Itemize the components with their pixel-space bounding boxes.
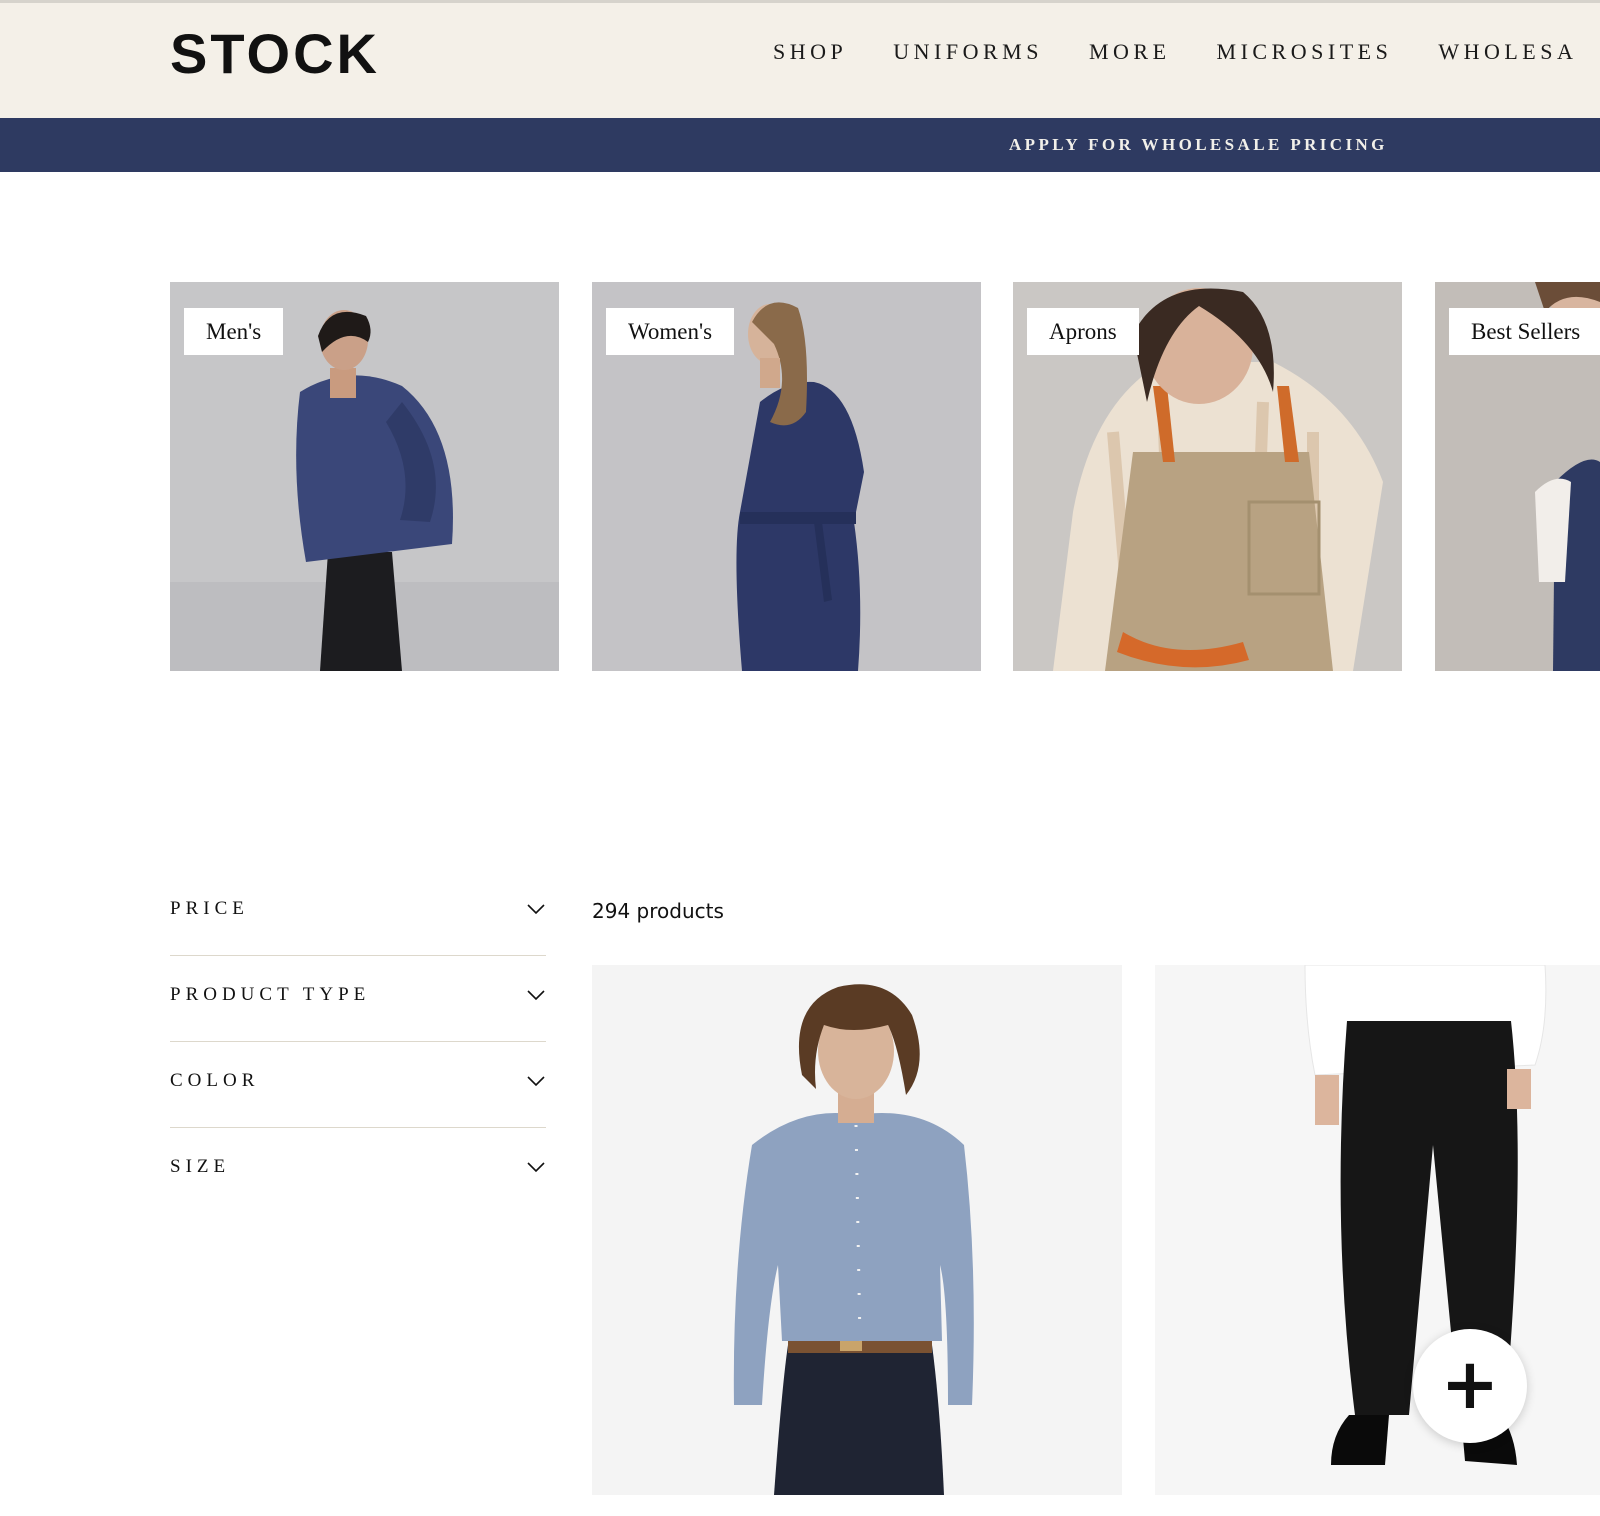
nav-item-uniforms[interactable]: UNIFORMS (893, 37, 1043, 67)
chevron-down-icon (527, 990, 545, 1001)
nav-item-more[interactable]: MORE (1089, 37, 1171, 67)
plus-icon: + (1440, 1343, 1500, 1425)
logo[interactable]: STOCK (170, 21, 380, 87)
nav-item-microsites[interactable]: MICROSITES (1217, 37, 1393, 67)
collection-tile-best-sellers[interactable]: Best Sellers (1435, 282, 1600, 671)
nav-item-shop[interactable]: SHOP (773, 37, 847, 67)
product-card[interactable] (1155, 965, 1600, 1495)
chevron-down-icon (527, 904, 545, 915)
filter-color[interactable]: COLOR (170, 1042, 546, 1128)
filter-label: PRODUCT TYPE (170, 984, 371, 1005)
collection-label: Aprons (1027, 308, 1139, 355)
site-header: STOCK SHOP UNIFORMS MORE MICROSITES WHOL… (0, 3, 1600, 118)
nav-item-wholesale[interactable]: WHOLESA (1438, 37, 1577, 67)
filter-size[interactable]: SIZE (170, 1128, 546, 1214)
product-card[interactable] (592, 965, 1122, 1495)
collection-label: Best Sellers (1449, 308, 1600, 355)
filter-label: SIZE (170, 1156, 231, 1177)
product-image-chambray-shirt (592, 965, 1122, 1495)
product-image-black-pants (1155, 965, 1600, 1495)
filter-label: COLOR (170, 1070, 260, 1091)
collection-tile-aprons[interactable]: Aprons (1013, 282, 1402, 671)
filter-price[interactable]: PRICE (170, 870, 546, 956)
collection-tile-mens[interactable]: Men's (170, 282, 559, 671)
filter-label: PRICE (170, 898, 249, 919)
product-count: 294 products (592, 899, 724, 923)
filter-product-type[interactable]: PRODUCT TYPE (170, 956, 546, 1042)
chevron-down-icon (527, 1076, 545, 1087)
wholesale-pricing-link[interactable]: APPLY FOR WHOLESALE PRICING (1009, 134, 1388, 156)
quick-add-button[interactable]: + (1413, 1329, 1527, 1443)
main-nav: SHOP UNIFORMS MORE MICROSITES WHOLESA (773, 37, 1600, 67)
collection-label: Women's (606, 308, 735, 355)
announcement-banner: APPLY FOR WHOLESALE PRICING (0, 118, 1600, 172)
collection-label: Men's (184, 308, 284, 355)
chevron-down-icon (527, 1162, 545, 1173)
collection-tile-womens[interactable]: Women's (592, 282, 981, 671)
